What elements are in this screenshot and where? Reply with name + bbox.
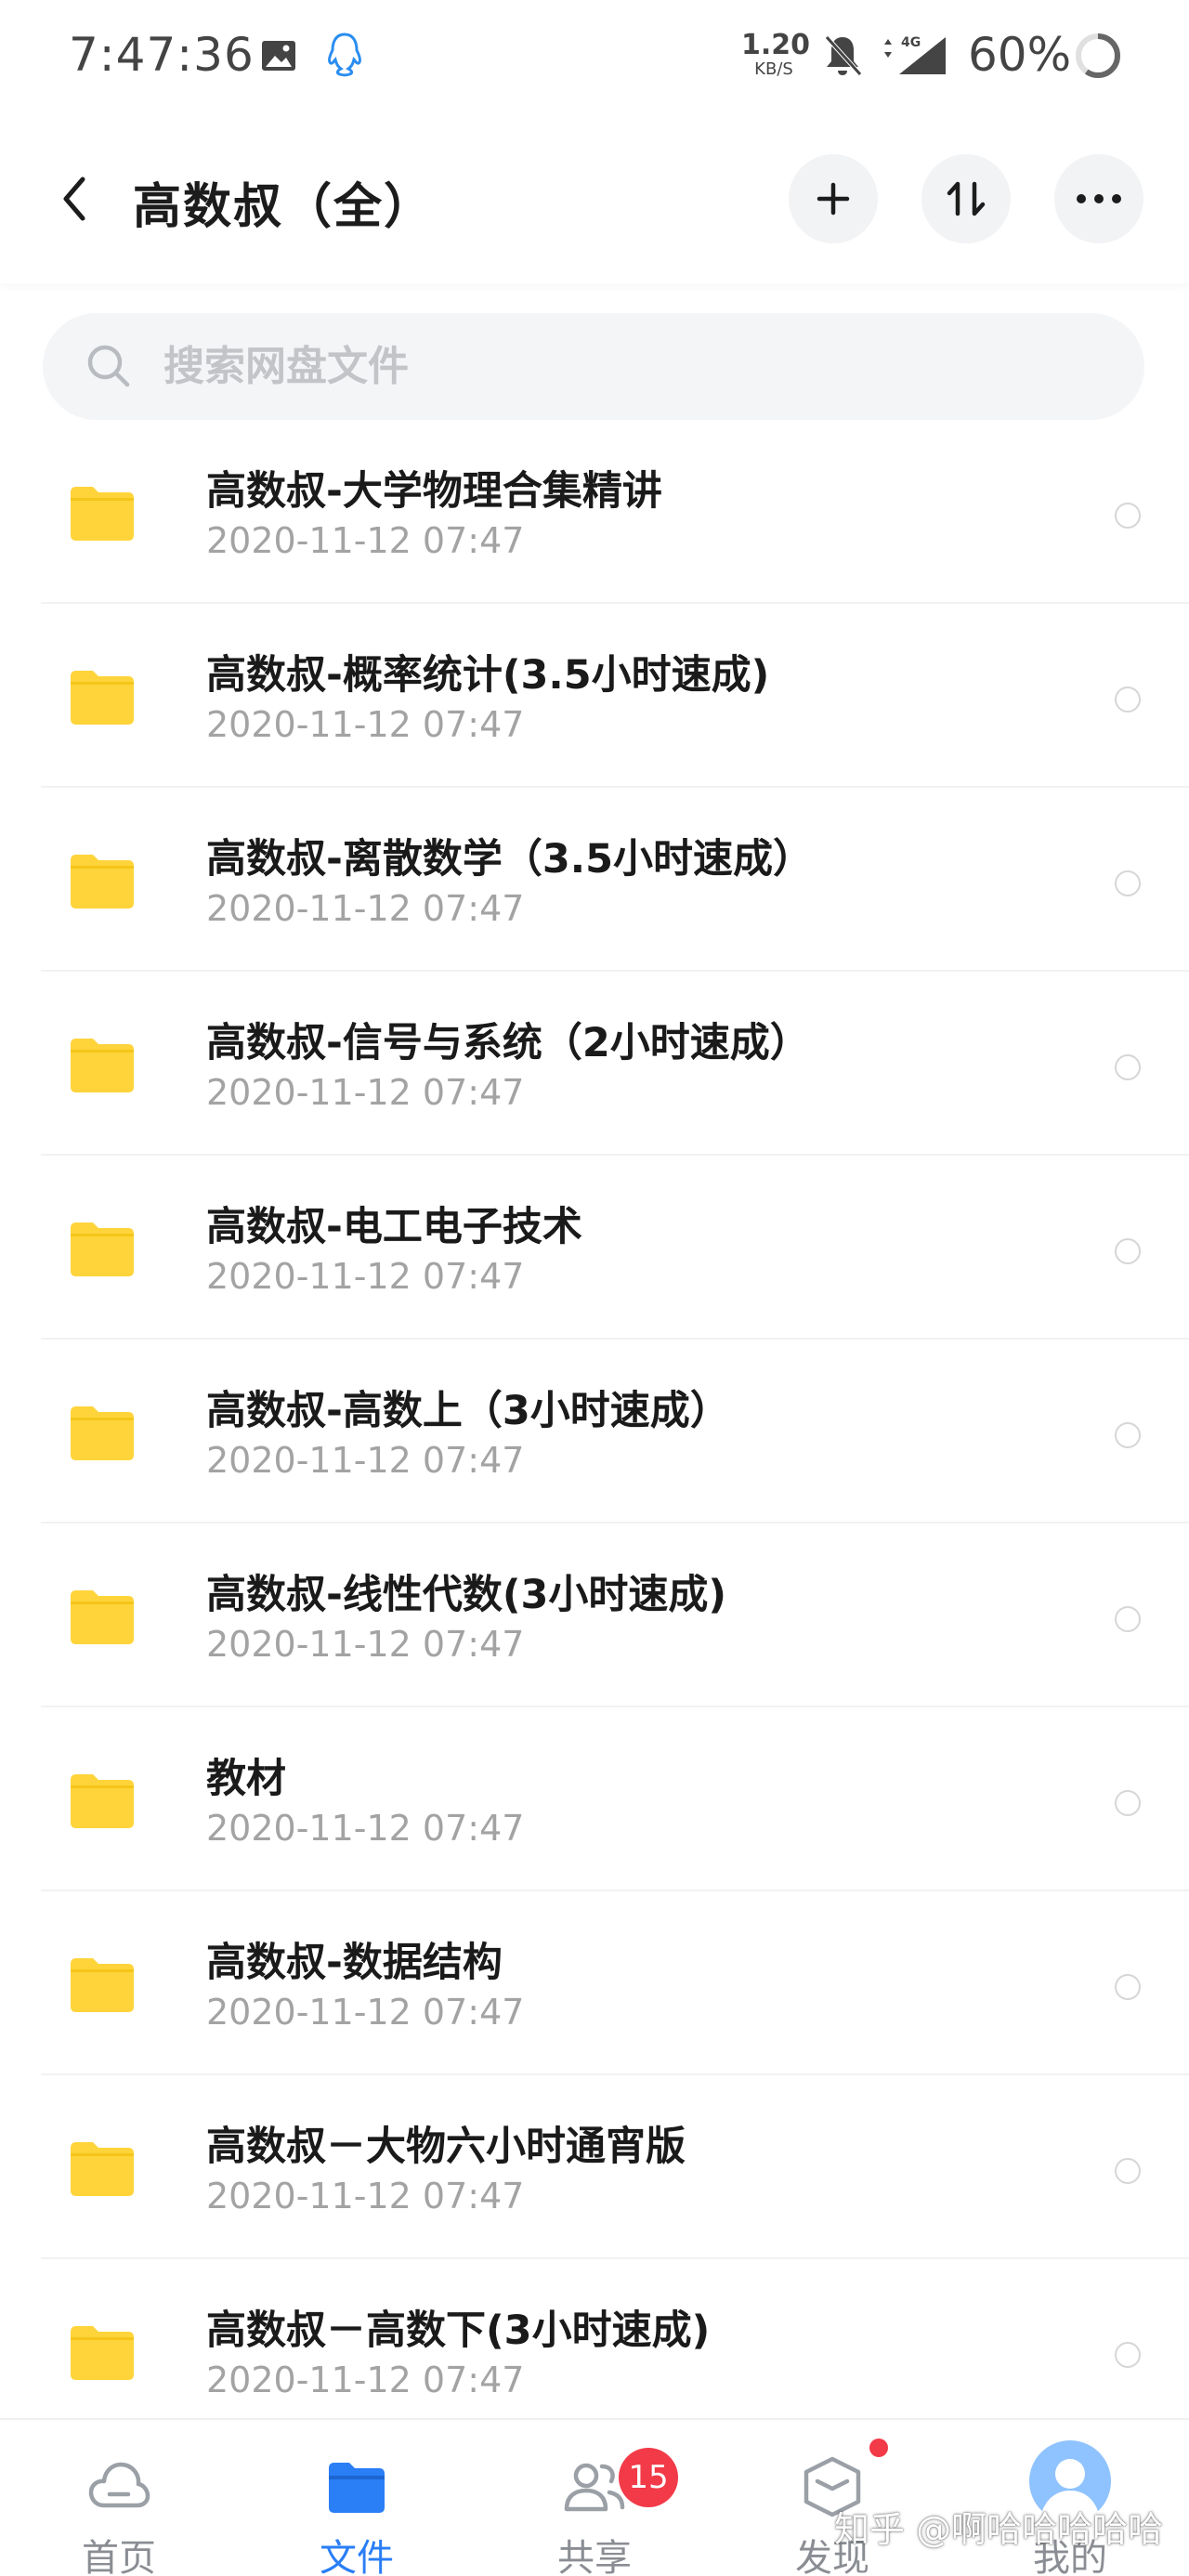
file-row[interactable]: 高数叔-大学物理合集精讲 2020-11-12 07:47 [0,420,1189,604]
select-checkbox[interactable] [1115,1790,1141,1816]
nav-share-label: 共享 [557,2537,632,2576]
file-name: 高数叔－大物六小时通宵版 [206,2124,686,2170]
select-checkbox[interactable] [1115,1606,1141,1632]
folder-icon [71,1223,134,1276]
file-row[interactable]: 高数叔－大物六小时通宵版 2020-11-12 07:47 [0,2075,1189,2259]
select-checkbox[interactable] [1115,1238,1141,1264]
cloud-icon [88,2462,150,2508]
file-row[interactable]: 高数叔-数据结构 2020-11-12 07:47 [0,1891,1189,2075]
discover-notification-dot [869,2439,888,2457]
network-speed: 1.20 KB/S [741,29,811,79]
status-time: 7:47:36 [69,28,255,82]
nav-me[interactable]: 我的 [951,2420,1189,2576]
nav-files[interactable]: 文件 [238,2420,476,2576]
select-checkbox[interactable] [1115,1422,1141,1448]
folder-icon [71,1590,134,1644]
nav-share[interactable]: 共享 [476,2420,713,2576]
file-row[interactable]: 教材 2020-11-12 07:47 [0,1707,1189,1891]
select-checkbox[interactable] [1115,686,1141,713]
sort-icon [947,181,986,216]
image-icon [262,41,295,71]
search-input[interactable] [163,313,1092,420]
folder-icon [71,2326,134,2380]
file-date: 2020-11-12 07:47 [206,1624,525,1665]
file-row[interactable]: 高数叔-线性代数(3小时速成) 2020-11-12 07:47 [0,1523,1189,1707]
select-checkbox[interactable] [1115,1054,1141,1080]
sort-button[interactable] [921,154,1011,243]
more-horizontal-icon [1077,194,1121,203]
file-date: 2020-11-12 07:47 [206,2360,525,2400]
file-name: 高数叔－高数下(3小时速成) [206,2308,711,2354]
select-checkbox[interactable] [1115,503,1141,529]
search-bar[interactable] [43,313,1144,420]
more-button[interactable] [1054,154,1143,243]
status-bar: 7:47:36 1.20 KB/S 4G 60% [0,0,1189,111]
page-title: 高数叔（全） [133,179,435,235]
nav-discover[interactable]: 发现 [713,2420,951,2576]
chevron-left-icon [63,177,85,221]
network-type-label: 4G [901,35,921,50]
bell-off-icon [825,35,862,76]
folder-icon [71,1406,134,1460]
folder-icon [71,1958,134,2012]
select-checkbox[interactable] [1115,2158,1141,2184]
signal-icon: 4G [884,35,946,74]
folder-icon [71,2142,134,2196]
folder-icon [71,487,134,541]
file-row[interactable]: 高数叔－高数下(3小时速成) 2020-11-12 07:47 [0,2259,1189,2443]
file-name: 教材 [206,1756,286,1802]
file-date: 2020-11-12 07:47 [206,1256,525,1297]
plus-icon [817,182,850,216]
nav-files-label: 文件 [320,2537,394,2576]
file-row[interactable]: 高数叔-概率统计(3.5小时速成) 2020-11-12 07:47 [0,604,1189,788]
file-list: 高数叔-大学物理合集精讲 2020-11-12 07:47 高数叔-概率统计(3.5… [0,420,1189,2443]
folder-icon [71,1774,134,1828]
watermark: 知乎 @啊哈哈哈哈哈 [834,2509,1164,2550]
top-app-bar: 高数叔（全） [0,111,1189,283]
file-date: 2020-11-12 07:47 [206,704,525,745]
select-checkbox[interactable] [1115,2342,1141,2368]
file-row[interactable]: 高数叔-离散数学（3.5小时速成） 2020-11-12 07:47 [0,788,1189,972]
file-name: 高数叔-信号与系统（2小时速成） [206,1020,810,1066]
file-row[interactable]: 高数叔-电工电子技术 2020-11-12 07:47 [0,1156,1189,1340]
file-name: 高数叔-数据结构 [206,1940,503,1986]
bottom-navigation: 首页 文件 共享 发现 我的 15 [0,2418,1189,2576]
file-name: 高数叔-大学物理合集精讲 [206,468,662,515]
battery-percent: 60% [968,28,1072,82]
people-icon [564,2463,625,2512]
folder-icon [71,855,134,909]
nav-home[interactable]: 首页 [0,2420,238,2576]
search-icon [87,345,130,387]
file-name: 高数叔-离散数学（3.5小时速成） [206,836,814,883]
folder-icon [71,1039,134,1092]
file-row[interactable]: 高数叔-信号与系统（2小时速成） 2020-11-12 07:47 [0,972,1189,1156]
file-name: 高数叔-概率统计(3.5小时速成) [206,652,770,699]
file-name: 高数叔-线性代数(3小时速成) [206,1572,727,1618]
back-button[interactable] [48,165,100,232]
file-name: 高数叔-高数上（3小时速成） [206,1388,730,1434]
file-date: 2020-11-12 07:47 [206,520,525,561]
nav-home-label: 首页 [82,2537,156,2576]
folder-icon [71,671,134,725]
share-count-badge: 15 [619,2448,678,2507]
file-date: 2020-11-12 07:47 [206,1440,525,1481]
qq-icon [328,33,361,77]
select-checkbox[interactable] [1115,1974,1141,2000]
file-name: 高数叔-电工电子技术 [206,1204,582,1250]
file-date: 2020-11-12 07:47 [206,1808,525,1849]
battery-ring-icon [1076,33,1120,78]
file-date: 2020-11-12 07:47 [206,2176,525,2216]
file-date: 2020-11-12 07:47 [206,1072,525,1113]
file-date: 2020-11-12 07:47 [206,1992,525,2033]
file-date: 2020-11-12 07:47 [206,888,525,929]
add-button[interactable] [789,154,878,243]
file-row[interactable]: 高数叔-高数上（3小时速成） 2020-11-12 07:47 [0,1340,1189,1523]
select-checkbox[interactable] [1115,870,1141,896]
folder-icon [329,2463,385,2513]
